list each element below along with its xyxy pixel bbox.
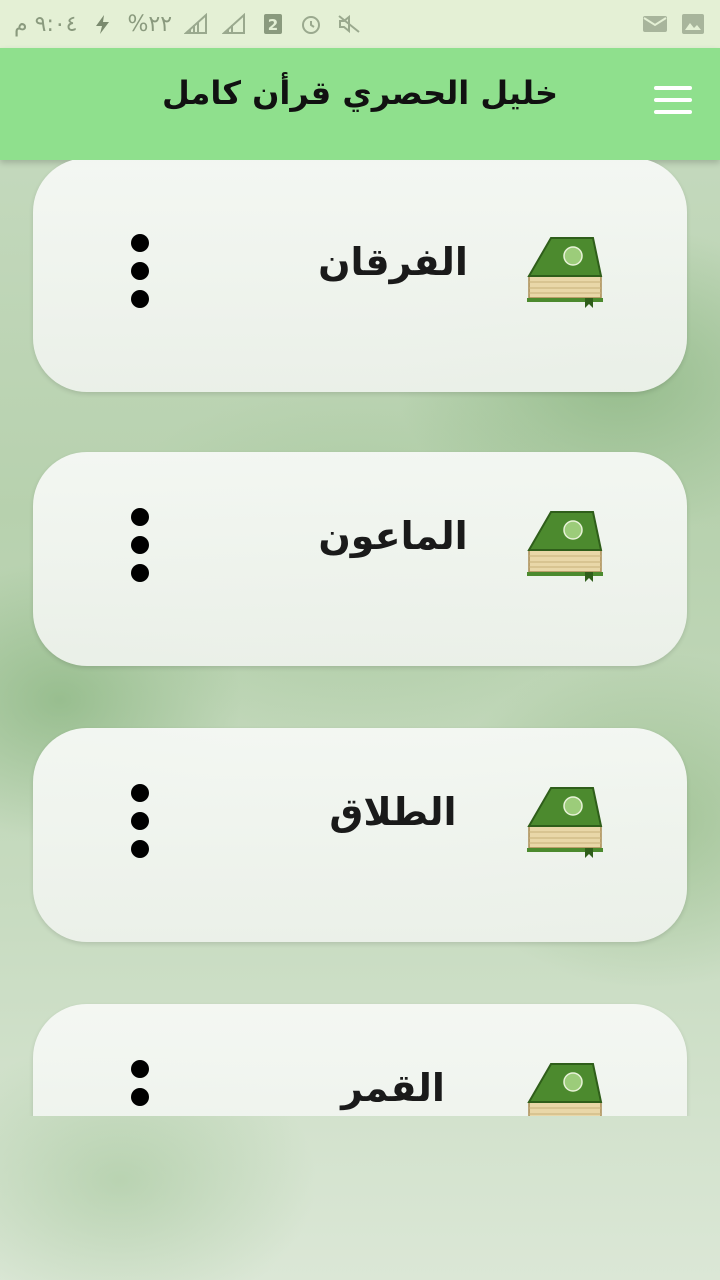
- menu-line: [654, 110, 692, 114]
- more-options-icon[interactable]: [127, 508, 153, 582]
- list-item[interactable]: الماعون: [33, 452, 687, 666]
- list-item[interactable]: الفرقان: [33, 160, 687, 392]
- notification-image-icon: [682, 14, 704, 34]
- battery-percent: ٢٢%: [127, 11, 173, 37]
- quran-book-icon: [527, 511, 603, 582]
- mute-icon: [338, 14, 360, 34]
- app-bar: خليل الحصري قرأن كامل: [0, 48, 720, 160]
- status-bar: ٩:٠٤ م ٢٢% 2: [0, 0, 720, 48]
- dot: [131, 536, 149, 554]
- more-options-icon[interactable]: [127, 784, 153, 858]
- dot: [131, 508, 149, 526]
- list-item[interactable]: الطلاق: [33, 728, 687, 942]
- alarm-icon: [302, 16, 321, 34]
- dot: [131, 840, 149, 858]
- dot: [131, 812, 149, 830]
- more-options-icon[interactable]: [127, 234, 153, 308]
- menu-line: [654, 98, 692, 102]
- menu-line: [654, 86, 692, 90]
- quran-book-icon: [527, 1063, 603, 1116]
- quran-book-icon: [527, 237, 603, 308]
- more-options-icon[interactable]: [127, 1060, 153, 1116]
- hamburger-menu-icon[interactable]: [654, 86, 692, 116]
- status-left: ٩:٠٤ م ٢٢% 2: [14, 12, 362, 37]
- list-item[interactable]: القمر: [33, 1004, 687, 1116]
- status-right: [642, 13, 706, 35]
- charging-icon: [95, 15, 109, 34]
- notification-mail-icon: [643, 16, 667, 32]
- dot: [131, 1088, 149, 1106]
- page-title: خليل الحصري قرأن كامل: [161, 74, 559, 112]
- dot: [131, 564, 149, 582]
- sim-2-icon: 2: [264, 14, 283, 34]
- surah-list[interactable]: الفرقان الماعون الطلاق القمر: [0, 160, 720, 1116]
- dot: [131, 234, 149, 252]
- signal-icon: [184, 13, 208, 34]
- quran-book-icon: [527, 787, 603, 858]
- dot: [131, 290, 149, 308]
- dot: [131, 784, 149, 802]
- clock: ٩:٠٤ م: [14, 11, 78, 37]
- dot: [131, 1060, 149, 1078]
- signal-icon: [222, 13, 246, 34]
- svg-text:2: 2: [268, 16, 278, 34]
- dot: [131, 262, 149, 280]
